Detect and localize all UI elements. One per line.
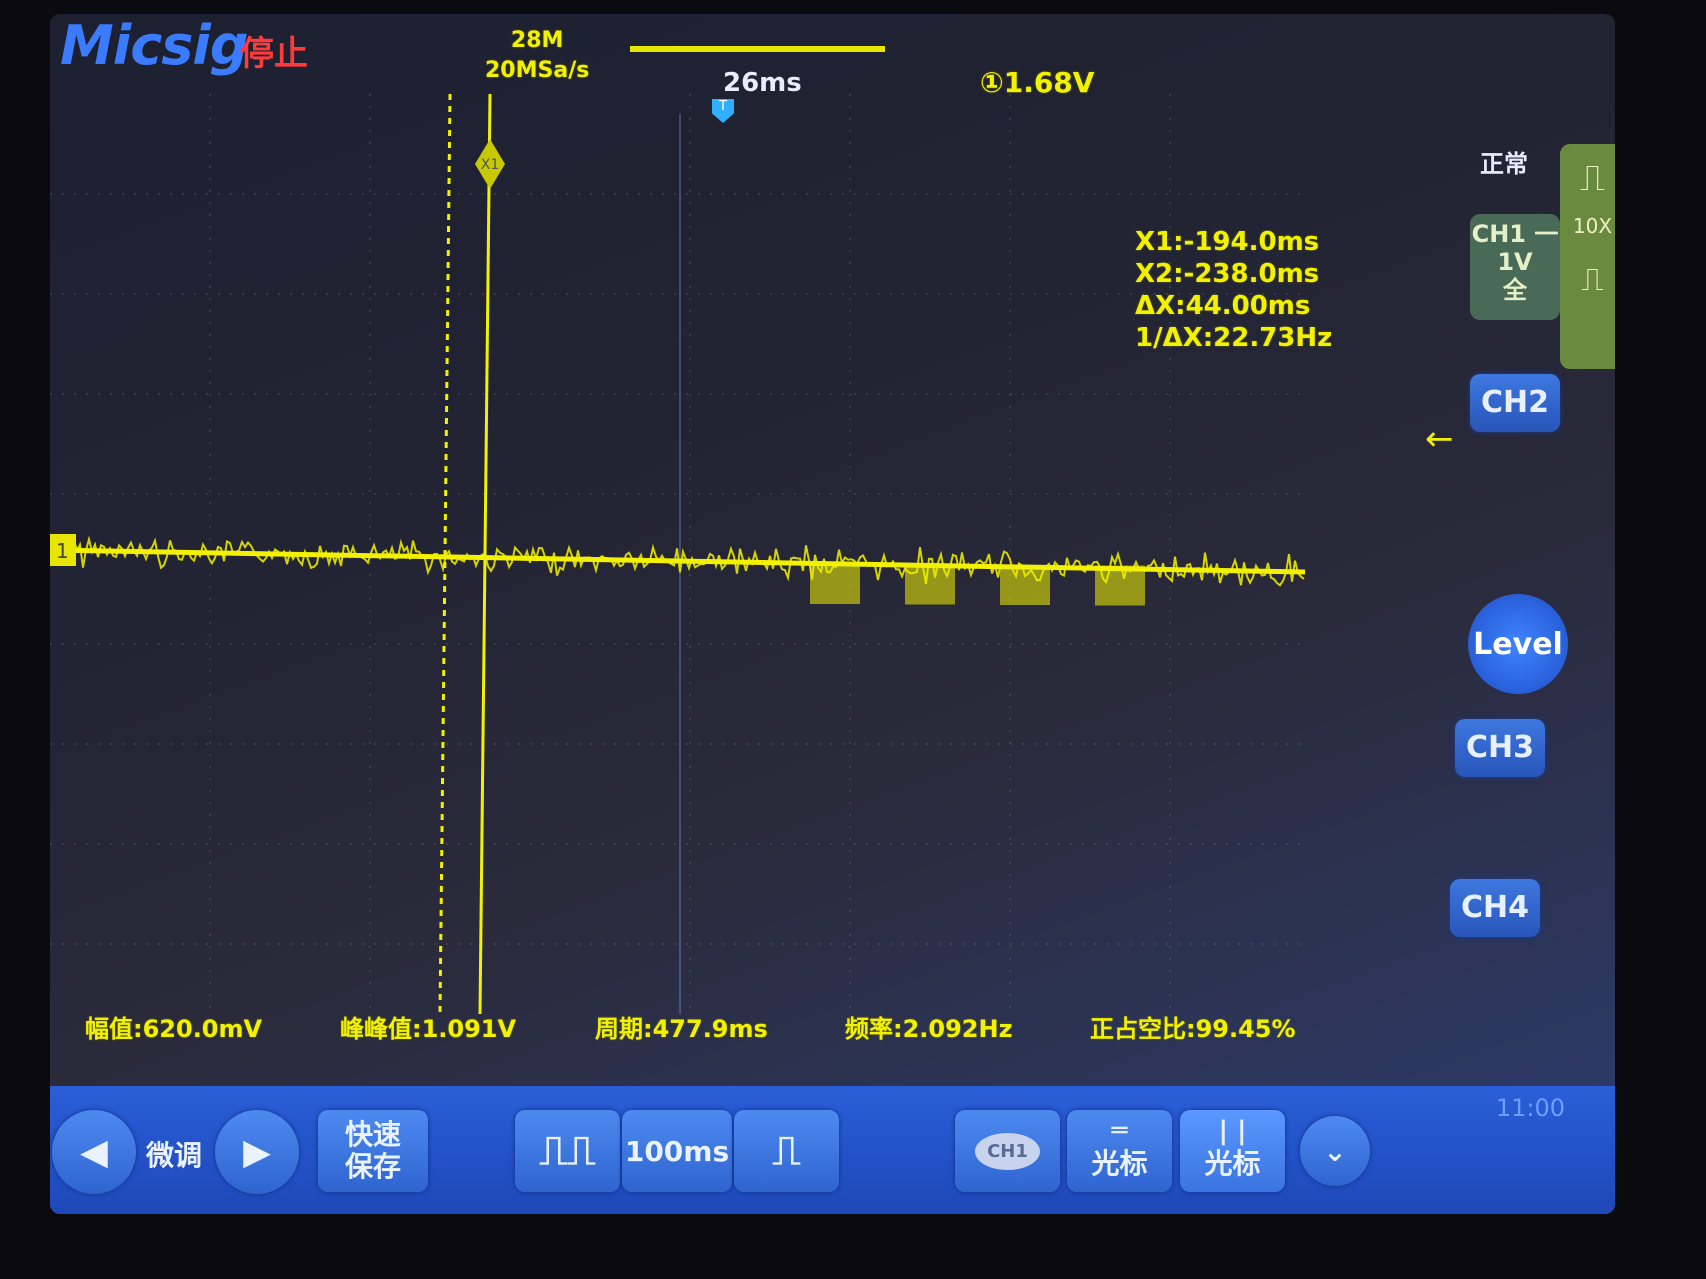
cursor-x2-value: X2:-238.0ms xyxy=(1135,259,1320,289)
ch3-button[interactable]: CH3 xyxy=(1455,719,1545,777)
triangle-left-icon: ◀ xyxy=(80,1131,108,1173)
cursor-x1-value: X1:-194.0ms xyxy=(1135,227,1320,257)
channel-panel: 正常 ⎍ 10X ⎍ CH1 一 1V 全 CH2 ← Level CH3 CH… xyxy=(1425,74,1615,1074)
horizontal-cursor-label: 光标 xyxy=(1091,1147,1148,1180)
brand-logo: Micsig xyxy=(60,14,249,77)
ch1-bandwidth: 全 xyxy=(1503,276,1527,304)
cursor-inverse-delta-value: 1/ΔX:22.73Hz xyxy=(1135,323,1333,353)
probe-ratio: 10X xyxy=(1572,214,1613,238)
expand-menu-button[interactable]: ⌄ xyxy=(1300,1116,1370,1186)
measurement-period[interactable]: 周期:477.9ms xyxy=(595,1009,768,1044)
pulse-icon: ⎍ xyxy=(1581,260,1604,298)
level-arrow-icon: ← xyxy=(1425,419,1454,459)
run-status[interactable]: 停止 xyxy=(240,26,308,75)
system-clock: 11:00 xyxy=(1495,1094,1565,1122)
sample-rate: 20MSa/s xyxy=(485,58,590,83)
measurement-amplitude[interactable]: 幅值:620.0mV xyxy=(85,1009,262,1044)
ch2-button[interactable]: CH2 xyxy=(1470,374,1560,432)
waveform-burst xyxy=(905,564,955,605)
ch1-scale: 1V xyxy=(1497,248,1533,276)
fine-adjust-left-button[interactable]: ◀ xyxy=(52,1110,136,1194)
time-scale-display[interactable]: 100ms xyxy=(622,1110,732,1192)
cursor-x1-handle-label: X1 xyxy=(481,157,500,173)
waveform-burst xyxy=(1000,565,1050,605)
measurement-duty-cycle[interactable]: 正占空比:99.45% xyxy=(1090,1009,1296,1044)
pulse-train-icon: ⎍⎍ xyxy=(539,1128,596,1174)
bottom-toolbar: ◀ 微调 ▶ 快速 保存 ⎍⎍ 100ms ⎍ CH1 ═ 光标 | | 光标 … xyxy=(50,1086,1615,1214)
vertical-cursor-button[interactable]: | | 光标 xyxy=(1180,1110,1285,1192)
vertical-cursor-label: 光标 xyxy=(1204,1147,1261,1180)
oscilloscope-screen: Micsig 停止 28M 20MSa/s 26ms ①1.68V T X1 1… xyxy=(50,14,1615,1214)
quick-save-button[interactable]: 快速 保存 xyxy=(318,1110,428,1192)
memory-window-bar xyxy=(630,46,885,52)
fine-adjust-right-button[interactable]: ▶ xyxy=(215,1110,299,1194)
channel-select-button[interactable]: CH1 xyxy=(955,1110,1060,1192)
chevron-down-icon: ⌄ xyxy=(1323,1134,1347,1168)
horizontal-cursor-button[interactable]: ═ 光标 xyxy=(1067,1110,1172,1192)
triangle-right-icon: ▶ xyxy=(243,1131,271,1173)
rising-edge-icon: ⎍ xyxy=(1579,158,1606,199)
vertical-cursor-icon: | | xyxy=(1218,1116,1247,1146)
measurement-frequency[interactable]: 频率:2.092Hz xyxy=(845,1009,1013,1044)
acquisition-mode[interactable]: 正常 xyxy=(1480,144,1528,179)
quick-save-line1: 快速 xyxy=(344,1118,401,1151)
ch1-settings[interactable]: CH1 一 1V 全 xyxy=(1470,214,1560,320)
cursor-x2-line[interactable] xyxy=(438,94,452,1015)
trigger-level-knob[interactable]: Level xyxy=(1468,594,1568,694)
ch1-ground-marker-label: 1 xyxy=(56,539,69,563)
cursor-readout: X1:-194.0ms X2:-238.0ms ΔX:44.00ms 1/ΔX:… xyxy=(1135,226,1332,354)
quick-save-line2: 保存 xyxy=(344,1150,401,1183)
ch1-name: CH1 xyxy=(1471,220,1527,248)
waveform-burst xyxy=(810,564,860,604)
ch1-coupling: 一 xyxy=(1534,220,1559,248)
waveform-trace xyxy=(50,535,1306,606)
ch1-stack-icon: CH1 xyxy=(975,1132,1040,1170)
acquisition-info[interactable]: 28M 20MSa/s xyxy=(485,26,589,86)
probe-settings[interactable]: ⎍ 10X ⎍ xyxy=(1560,144,1615,369)
single-pulse-icon: ⎍ xyxy=(772,1128,801,1174)
horizontal-cursor-icon: ═ xyxy=(1111,1116,1128,1146)
measurement-peak-to-peak[interactable]: 峰峰值:1.091V xyxy=(340,1009,516,1044)
ch4-button[interactable]: CH4 xyxy=(1450,879,1540,937)
memory-depth: 28M xyxy=(510,28,564,53)
timebase-decrease-button[interactable]: ⎍⎍ xyxy=(515,1110,620,1192)
fine-adjust-label: 微调 xyxy=(146,1139,203,1172)
timebase-increase-button[interactable]: ⎍ xyxy=(734,1110,839,1192)
cursor-delta-value: ΔX:44.00ms xyxy=(1135,291,1311,321)
waveform-burst xyxy=(1095,565,1145,606)
